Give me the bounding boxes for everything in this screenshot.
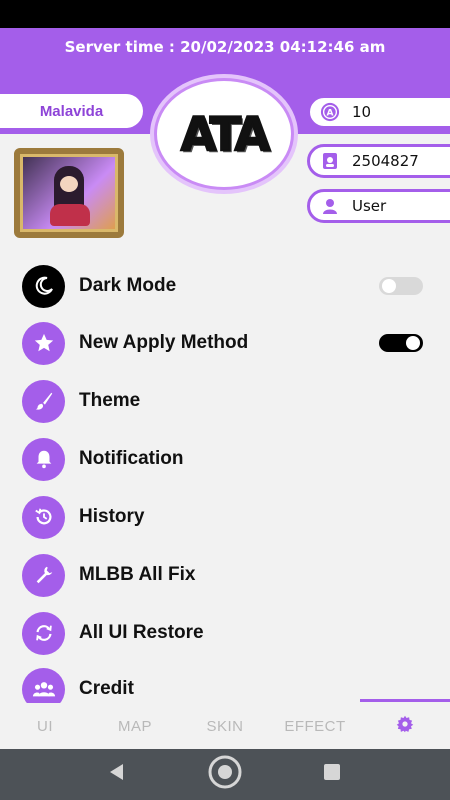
android-nav-bar [0,749,450,800]
server-time-label: Server time : [64,38,175,56]
new-apply-method-toggle[interactable] [379,334,423,352]
status-bar [0,0,450,28]
user-id-pill: 2504827 [307,144,450,178]
refresh-icon [22,611,65,655]
recents-button[interactable] [310,749,354,800]
menu-item-theme[interactable]: Theme [0,376,450,426]
menu-label-all-ui-restore: All UI Restore [79,622,204,643]
server-time: Server time : 20/02/2023 04:12:46 am [0,38,450,56]
coin-count: 10 [352,103,372,121]
back-triangle-icon [107,762,127,787]
menu-label-mlbb-all-fix: MLBB All Fix [79,564,196,585]
gear-icon [396,715,414,737]
tab-ui[interactable]: UI [0,703,90,749]
menu-item-history[interactable]: History [0,492,450,542]
logo-text: ATA [180,106,271,162]
menu-label-notification: Notification [79,448,184,469]
menu-label-history: History [79,506,145,527]
star-icon [22,321,65,365]
wrench-icon [22,553,65,597]
menu-label-credit: Credit [79,678,134,699]
brush-icon [22,379,65,423]
tab-settings[interactable] [360,703,450,749]
username: Malavida [39,102,104,120]
moon-icon [22,264,65,308]
user-icon [320,196,340,216]
menu-item-mlbb-all-fix[interactable]: MLBB All Fix [0,550,450,600]
menu-item-notification[interactable]: Notification [0,434,450,484]
coin-pill: A 10 [307,95,450,129]
history-icon [22,495,65,539]
app-logo: ATA [154,78,294,190]
user-role: User [352,197,387,215]
menu-item-all-ui-restore[interactable]: All UI Restore [0,608,450,658]
avatar-dress [50,204,90,226]
user-id: 2504827 [352,152,419,170]
active-tab-indicator [360,699,450,702]
bottom-tab-bar: UI MAP SKIN EFFECT [0,703,450,749]
tab-map[interactable]: MAP [90,703,180,749]
bell-icon [22,437,65,481]
svg-text:A: A [326,109,333,119]
role-pill: User [307,189,450,223]
server-time-value: 20/02/2023 04:12:46 am [180,38,386,56]
back-button[interactable] [95,749,139,800]
menu-label-dark-mode: Dark Mode [79,275,177,296]
menu-item-new-apply-method[interactable]: New Apply Method [0,318,450,368]
menu-label-theme: Theme [79,390,141,411]
tab-effect[interactable]: EFFECT [270,703,360,749]
home-button[interactable] [203,749,247,800]
home-circle-icon [207,754,243,795]
id-card-icon [320,151,340,171]
username-pill: Malavida [0,94,143,128]
menu-item-dark-mode[interactable]: Dark Mode [0,261,450,311]
dark-mode-toggle[interactable] [379,277,423,295]
avatar[interactable] [14,148,124,238]
recents-square-icon [322,762,342,787]
avatar-face [60,176,78,192]
coin-icon: A [320,102,340,122]
tab-skin[interactable]: SKIN [180,703,270,749]
menu-label-new-apply-method: New Apply Method [79,332,249,353]
